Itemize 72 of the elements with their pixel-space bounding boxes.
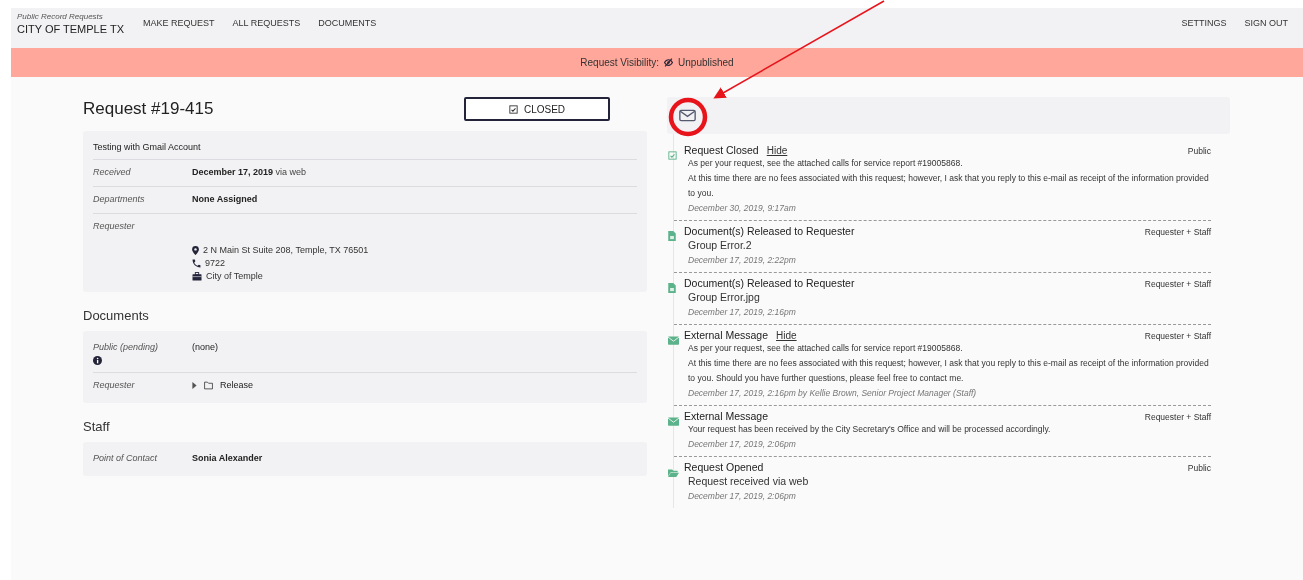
- envelope-icon[interactable]: [679, 109, 696, 122]
- hide-link[interactable]: Hide: [766, 145, 788, 156]
- event-timestamp: December 17, 2019, 2:06pm: [687, 439, 797, 449]
- nav-link[interactable]: ALL REQUESTS: [232, 18, 301, 28]
- event-text: As per your request, see the attached calls for service report #19005868.: [687, 157, 964, 170]
- event-text: At this time there are no fees associated with this request; however, I ask that you reply to this e-mail as receipt of the information provided to you. Should you have further questions, please feel free to contact me.: [687, 357, 1210, 385]
- contact-text: 2 N Main St Suite 208, Temple, TX 76501: [203, 245, 369, 255]
- document-icon: [668, 231, 676, 241]
- envelope-icon: [668, 417, 679, 426]
- event-title: Request Closed: [684, 144, 759, 156]
- folder-icon: [203, 380, 214, 390]
- map-pin-icon: [192, 245, 199, 255]
- document-icon: [668, 283, 676, 293]
- event-text: Group Error.2: [687, 238, 753, 253]
- event-timestamp: December 17, 2019, 2:16pm by Kellie Brown, Senior Project Manager (Staff): [687, 388, 978, 398]
- event-title: External Message: [684, 329, 769, 341]
- field-label: Received: [93, 167, 132, 177]
- folder-icon: [668, 468, 679, 477]
- hide-link[interactable]: Hide: [776, 330, 797, 341]
- visibility-label: Requester + Staff: [1144, 279, 1211, 289]
- visibility-label: Public: [1187, 463, 1211, 473]
- field-value: None Assigned: [192, 194, 258, 204]
- event-text: Your request has been received by the City Secretary's Office and will be processed accordingly.: [687, 423, 1052, 436]
- caret-icon: [192, 381, 197, 389]
- nav-link[interactable]: MAKE REQUEST: [143, 18, 215, 28]
- field-label: Requester: [93, 380, 136, 390]
- banner-value: Unpublished: [678, 57, 734, 68]
- eye-slash-icon: [663, 58, 675, 67]
- event-text: Request received via web: [687, 474, 810, 489]
- visibility-label: Requester + Staff: [1144, 412, 1211, 422]
- event-timestamp: December 17, 2019, 2:06pm: [687, 491, 797, 501]
- field-label: Departments: [93, 194, 146, 204]
- event-text: Group Error.jpg: [687, 290, 761, 305]
- field-label: Public (pending): [93, 342, 160, 352]
- annotation-circle: [668, 97, 708, 137]
- visibility-label: Requester + Staff: [1144, 227, 1211, 237]
- folder-link[interactable]: Release: [203, 380, 254, 390]
- checkbox-icon: [508, 104, 518, 114]
- nav-link[interactable]: DOCUMENTS: [318, 18, 377, 28]
- request-description: Testing with Gmail Account: [93, 141, 202, 154]
- field-label: Point of Contact: [93, 453, 159, 463]
- event-title: Document(s) Released to Requester: [684, 277, 855, 289]
- contact-text: 9722: [205, 258, 226, 268]
- section-heading: Staff: [83, 419, 111, 434]
- field-label: Requester: [93, 221, 136, 231]
- site-title[interactable]: CITY OF TEMPLE TX: [17, 23, 124, 35]
- status-button[interactable]: CLOSED: [464, 97, 610, 121]
- banner-label: Request Visibility:: [580, 57, 660, 68]
- nav-link[interactable]: SETTINGS: [1181, 18, 1227, 28]
- section-heading: Documents: [83, 308, 150, 323]
- field-value: (none): [192, 342, 218, 352]
- request-title: Request #19-415: [83, 99, 214, 119]
- info-icon: [93, 356, 102, 365]
- event-title: Request Opened: [684, 461, 764, 473]
- event-text: As per your request, see the attached calls for service report #19005868.: [687, 342, 964, 355]
- event-title: External Message: [684, 410, 769, 422]
- event-title: Document(s) Released to Requester: [684, 225, 855, 237]
- event-text: At this time there are no fees associated with this request; however, I ask that you reply to this e-mail as receipt of the information provided to you.: [687, 172, 1210, 200]
- nav-link[interactable]: SIGN OUT: [1244, 18, 1288, 28]
- event-timestamp: December 30, 2019, 9:17am: [687, 203, 797, 213]
- checkbox-icon: [668, 151, 677, 160]
- event-timestamp: December 17, 2019, 2:16pm: [687, 307, 797, 317]
- field-value: Sonia Alexander: [192, 453, 263, 463]
- field-value: December 17, 2019 via web: [192, 167, 307, 177]
- phone-icon: [192, 258, 201, 268]
- contact-text: City of Temple: [206, 271, 263, 281]
- visibility-label: Requester + Staff: [1144, 331, 1211, 341]
- site-subtitle: Public Record Requests: [17, 12, 104, 21]
- event-timestamp: December 17, 2019, 2:22pm: [687, 255, 797, 265]
- visibility-label: Public: [1187, 146, 1211, 156]
- briefcase-icon: [192, 271, 202, 281]
- envelope-icon: [668, 336, 679, 345]
